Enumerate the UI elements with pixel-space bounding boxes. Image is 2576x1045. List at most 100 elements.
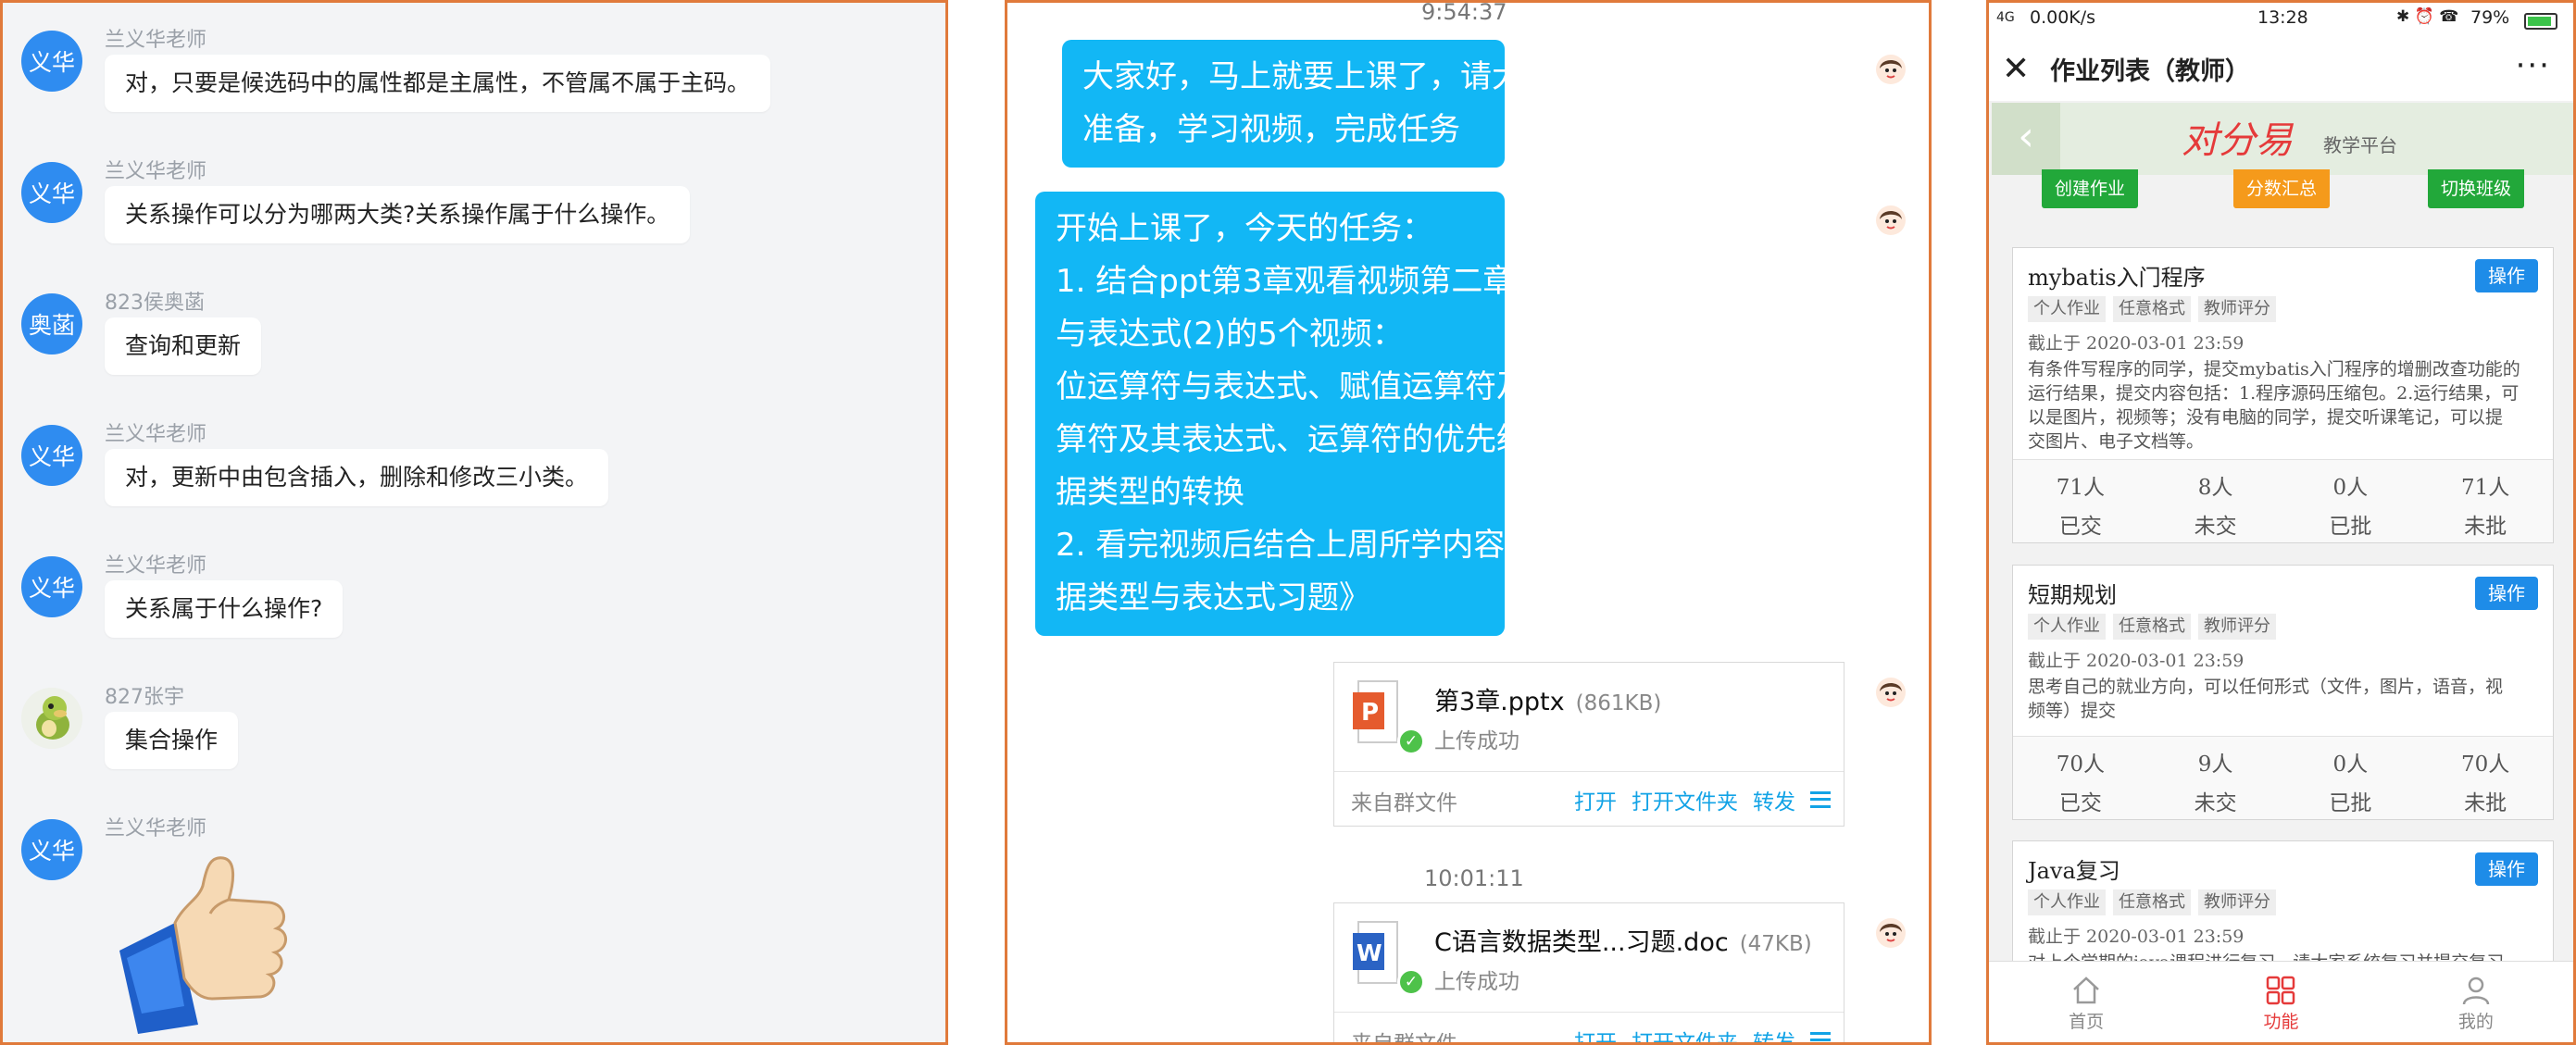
brand-banner: ‹ 对分易 教学平台 — [1992, 103, 2573, 175]
forward-link[interactable]: 转发 — [1753, 1025, 1795, 1042]
homework-description: 有条件写程序的同学，提交mybatis入门程序的增删改查功能的 运行结果，提交内… — [2028, 359, 2520, 452]
homework-title[interactable]: Java复习 — [2028, 852, 2120, 885]
avatar[interactable]: 奥菡 — [21, 293, 82, 355]
sender-name: 兰义华老师 — [105, 554, 207, 578]
open-file-link[interactable]: 打开 — [1574, 1025, 1617, 1042]
user-avatar-icon[interactable] — [1875, 54, 1907, 85]
sender-name: 兰义华老师 — [105, 29, 207, 52]
homework-card[interactable]: 短期规划 操作 个人作业 任意格式 教师评分 截止于 2020-03-01 23… — [2012, 565, 2554, 820]
message-bubble[interactable]: 关系操作可以分为哪两大类?关系操作属于什么操作。 — [105, 186, 691, 243]
stat-graded[interactable]: 0人 已批 — [2283, 460, 2419, 542]
tag: 个人作业 — [2028, 296, 2106, 322]
grid-icon — [2267, 976, 2295, 1005]
message-line: 位运算符与表达式、赋值运算符及其表达式、逗号运 — [1056, 368, 1780, 405]
file-card[interactable]: W ✓ C语言数据类型...习题.doc (47KB) 上传成功 来自群文件 打开… — [1333, 902, 1844, 1045]
forward-link[interactable]: 转发 — [1753, 784, 1795, 815]
message-line: 与表达式(2)的5个视频： — [1056, 316, 1404, 353]
stat-graded[interactable]: 0人 已批 — [2283, 737, 2419, 819]
dinosaur-avatar-icon[interactable] — [21, 688, 82, 749]
message-bubble[interactable]: 查询和更新 — [105, 317, 262, 375]
sender-name: 827张宇 — [105, 686, 184, 709]
message-bubble[interactable]: 对，更新中由包含插入，删除和修改三小类。 — [105, 449, 609, 506]
tag: 任意格式 — [2113, 296, 2191, 322]
message-bubble[interactable]: 集合操作 — [105, 712, 239, 769]
stat-submitted[interactable]: 70人 已交 — [2013, 737, 2148, 819]
person-icon — [2462, 977, 2490, 1005]
user-avatar-icon[interactable] — [1875, 917, 1907, 949]
nav-functions[interactable]: 功能 — [2183, 962, 2378, 1042]
open-folder-link[interactable]: 打开文件夹 — [1632, 1025, 1738, 1042]
tag: 任意格式 — [2113, 889, 2191, 915]
nav-label: 功能 — [2263, 1012, 2299, 1032]
tag: 任意格式 — [2113, 614, 2191, 640]
avatar[interactable]: 义华 — [21, 31, 82, 92]
stat-unsubmitted[interactable]: 9人 未交 — [2148, 737, 2283, 819]
file-card[interactable]: P ✓ 第3章.pptx (861KB) 上传成功 来自群文件 打开 打开文件夹 … — [1333, 662, 1844, 827]
operate-button[interactable]: 操作 — [2475, 577, 2538, 610]
doc-file-icon: W — [1353, 921, 1398, 984]
homework-title[interactable]: mybatis入门程序 — [2028, 259, 2206, 292]
more-icon[interactable]: ··· — [2516, 47, 2551, 84]
stat-unsubmitted[interactable]: 8人 未交 — [2148, 460, 2283, 542]
nav-profile[interactable]: 我的 — [2379, 962, 2573, 1042]
file-status: 上传成功 — [1434, 970, 1519, 994]
avatar[interactable]: 义华 — [21, 819, 82, 880]
close-icon[interactable]: ✕ — [2002, 51, 2030, 88]
homework-list-phone: 4G 0.00K/s 13:28 ✱ ⏰ ☎ 79% ✕ 作业列表（教师） ··… — [1986, 0, 2576, 1045]
file-size: (861KB) — [1575, 691, 1662, 715]
open-file-link[interactable]: 打开 — [1574, 784, 1617, 815]
avatar[interactable]: 义华 — [21, 425, 82, 486]
menu-icon[interactable] — [1810, 791, 1831, 808]
bottom-nav: 首页 功能 我的 — [1989, 961, 2573, 1042]
tag: 教师评分 — [2198, 614, 2276, 640]
menu-icon[interactable] — [1810, 1032, 1831, 1042]
battery-level: 79% — [2470, 7, 2510, 28]
avatar[interactable]: 义华 — [21, 162, 82, 223]
score-summary-button[interactable]: 分数汇总 — [2233, 169, 2331, 208]
qq-chat-panel: 9:54:37 大家好，马上就要上课了，请大家提前登录慕课做好 准备，学习视频，… — [1005, 0, 1932, 1045]
message-bubble[interactable]: 大家好，马上就要上课了，请大家提前登录慕课做好 准备，学习视频，完成任务 — [1062, 40, 1807, 168]
message-line: 据类型的转换 — [1056, 474, 1244, 511]
tag: 个人作业 — [2028, 889, 2106, 915]
status-icons: ✱ ⏰ ☎ — [2396, 7, 2459, 26]
homework-title[interactable]: 短期规划 — [2028, 577, 2117, 609]
file-size: (47KB) — [1739, 932, 1812, 956]
open-folder-link[interactable]: 打开文件夹 — [1632, 784, 1738, 815]
stat-ungraded[interactable]: 71人 未批 — [2418, 460, 2553, 542]
thumbs-up-sticker-icon[interactable] — [110, 849, 314, 1034]
user-avatar-icon[interactable] — [1875, 205, 1907, 236]
file-name: 第3章.pptx (861KB) — [1434, 688, 1662, 716]
message-bubble[interactable]: 关系属于什么操作? — [105, 580, 344, 638]
message-line: 2. 看完视频后结合上周所学内容完成练习题《C语言数 — [1056, 527, 1810, 564]
file-status: 上传成功 — [1434, 729, 1519, 753]
nav-home[interactable]: 首页 — [1989, 962, 2183, 1042]
message-bubble[interactable]: 对，只要是候选码中的属性都是主属性，不管属不属于主码。 — [105, 55, 771, 112]
timestamp: 10:01:11 — [1424, 865, 1524, 891]
file-name: C语言数据类型...习题.doc (47KB) — [1434, 928, 1812, 957]
create-homework-button[interactable]: 创建作业 — [2042, 169, 2139, 208]
sender-name: 兰义华老师 — [105, 423, 207, 446]
stat-submitted[interactable]: 71人 已交 — [2013, 460, 2148, 542]
back-arrow-icon[interactable]: ‹ — [1992, 103, 2060, 175]
nav-label: 我的 — [2457, 1012, 2494, 1032]
operate-button[interactable]: 操作 — [2475, 852, 2538, 886]
status-bar: 4G 0.00K/s 13:28 ✱ ⏰ ☎ 79% — [1989, 3, 2573, 38]
deadline: 截止于 2020-03-01 23:59 — [2028, 333, 2245, 354]
sender-name: 兰义华老师 — [105, 160, 207, 183]
avatar[interactable]: 义华 — [21, 556, 82, 617]
operate-button[interactable]: 操作 — [2475, 259, 2538, 292]
stat-ungraded[interactable]: 70人 未批 — [2418, 737, 2553, 819]
svg-text:P: P — [1361, 699, 1379, 727]
file-source: 来自群文件 — [1351, 1032, 1457, 1045]
timestamp: 9:54:37 — [1421, 0, 1507, 25]
message-bubble[interactable]: 开始上课了，今天的任务： 1. 结合ppt第3章观看视频第二章 数据类型，运算符… — [1035, 192, 1810, 636]
switch-class-button[interactable]: 切换班级 — [2428, 169, 2525, 208]
message-line: 大家好，马上就要上课了，请大家提前登录慕课做好 — [1082, 58, 1807, 95]
file-source: 来自群文件 — [1351, 791, 1457, 815]
home-icon — [2073, 977, 2100, 1004]
brand-subtitle: 教学平台 — [2323, 134, 2397, 156]
message-line: 准备，学习视频，完成任务 — [1082, 111, 1460, 148]
tag: 教师评分 — [2198, 889, 2276, 915]
homework-card[interactable]: mybatis入门程序 操作 个人作业 任意格式 教师评分 截止于 2020-0… — [2012, 247, 2554, 543]
user-avatar-icon[interactable] — [1875, 677, 1907, 708]
